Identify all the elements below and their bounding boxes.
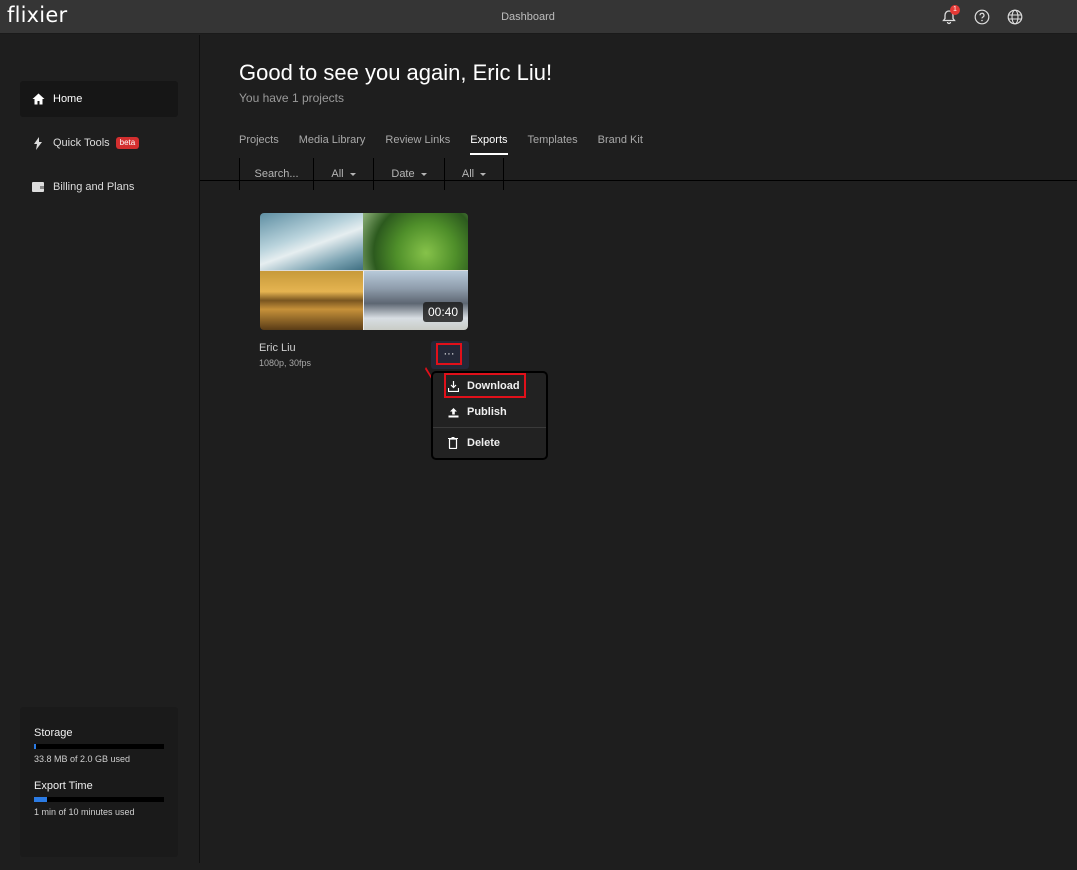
home-icon [31,93,45,105]
menu-item-label: Delete [467,437,501,449]
caret-down-icon [420,172,427,176]
export-time-label: Export Time [34,780,93,792]
caret-down-icon [349,172,356,176]
sidebar-item-quick-tools[interactable]: Quick Tools beta [20,125,178,161]
question-circle-icon [974,9,990,25]
status-filter-dropdown[interactable]: All [444,158,504,190]
beta-badge: beta [115,137,140,149]
upload-icon [447,407,459,418]
project-count: You have 1 projects [239,91,344,105]
filter-bar: Search... All Date All [239,158,504,190]
tab-projects[interactable]: Projects [239,134,279,155]
tab-media-library[interactable]: Media Library [299,134,366,155]
page-title: Dashboard [501,11,555,23]
status-filter-value: All [461,168,475,180]
sidebar-item-label: Home [53,93,83,105]
caret-down-icon [480,172,487,176]
wallet-icon [31,182,45,192]
type-filter-dropdown[interactable]: All [313,158,373,190]
context-menu: Download Publish Delete [431,371,548,460]
storage-label: Storage [34,727,73,739]
top-bar: flixier Dashboard 1 [0,0,1077,34]
sidebar: Home Quick Tools beta Billing and Plans … [0,35,200,863]
sort-dropdown[interactable]: Date [373,158,444,190]
sidebar-item-home[interactable]: Home [20,81,178,117]
export-time-bar [34,797,164,802]
thumbnail-grass [363,213,468,271]
help-button[interactable] [972,7,992,27]
lightning-icon [31,136,45,150]
globe-icon [1007,9,1023,25]
menu-item-download[interactable]: Download [433,373,546,399]
tab-review-links[interactable]: Review Links [385,134,450,155]
type-filter-value: All [331,168,344,180]
menu-item-delete[interactable]: Delete [433,430,546,456]
sidebar-item-billing[interactable]: Billing and Plans [20,169,178,205]
thumbnail-clouds [260,213,363,271]
storage-bar [34,744,164,749]
export-time-text: 1 min of 10 minutes used [34,807,135,817]
search-input[interactable]: Search... [239,158,313,190]
greeting-heading: Good to see you again, Eric Liu! [239,60,553,85]
storage-text: 33.8 MB of 2.0 GB used [34,754,131,764]
thumbnail-sunset [260,271,363,330]
tab-brand-kit[interactable]: Brand Kit [598,134,643,155]
menu-item-label: Publish [467,406,507,418]
tab-templates[interactable]: Templates [528,134,578,155]
download-icon [447,380,459,392]
export-meta: 1080p, 30fps [259,358,312,368]
export-time-bar-fill [34,797,47,802]
storage-bar-fill [34,744,37,749]
sidebar-item-label: Billing and Plans [53,181,135,193]
menu-item-publish[interactable]: Publish [433,399,546,425]
tab-bar: Projects Media Library Review Links Expo… [239,134,643,155]
export-name: Eric Liu [259,342,296,354]
menu-item-label: Download [467,380,520,392]
trash-icon [447,437,459,449]
notifications-button[interactable]: 1 [939,5,960,27]
notification-badge: 1 [950,5,960,15]
more-icon: ··· [436,343,462,365]
tab-exports[interactable]: Exports [470,134,508,155]
duration-badge: 00:40 [423,302,464,322]
language-button[interactable] [1005,7,1025,27]
search-placeholder: Search... [254,168,299,180]
menu-divider [433,427,546,428]
top-icons: 1 [939,5,1025,27]
sort-value: Date [391,168,415,180]
usage-panel: Storage 33.8 MB of 2.0 GB used Export Ti… [20,707,178,857]
sidebar-item-label: Quick Tools [53,137,110,149]
